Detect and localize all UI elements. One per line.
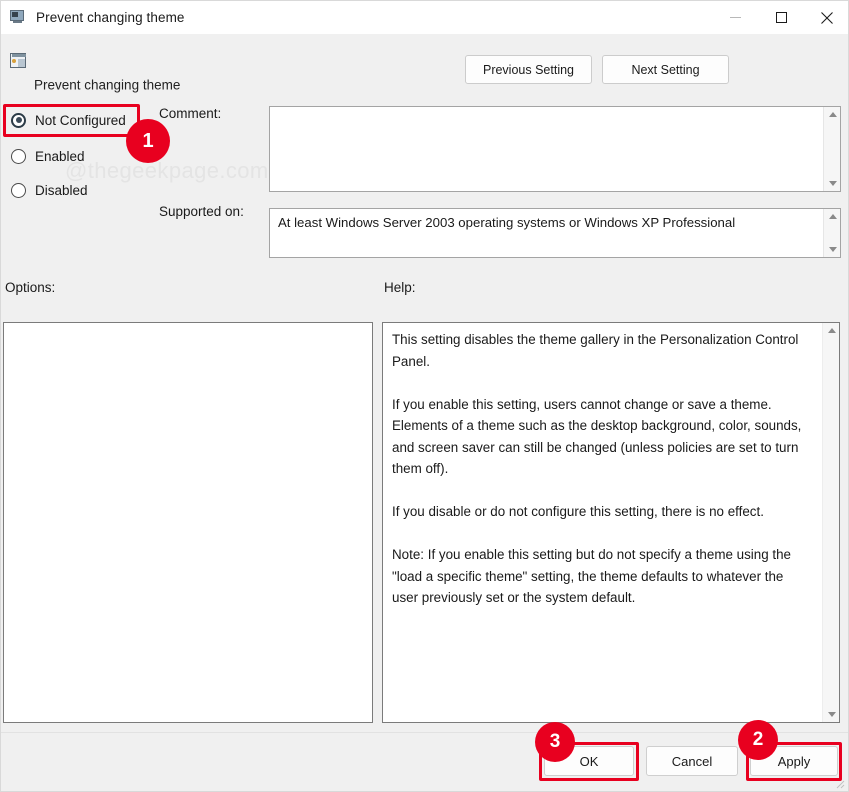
radio-disabled[interactable]: Disabled xyxy=(11,180,88,200)
scroll-up-arrow-icon[interactable] xyxy=(823,323,840,338)
options-label: Options: xyxy=(5,280,55,295)
supported-on-value: At least Windows Server 2003 operating s… xyxy=(278,214,814,231)
radio-not-configured[interactable]: Not Configured xyxy=(11,110,126,130)
radio-enabled-label: Enabled xyxy=(35,149,85,164)
setting-name: Prevent changing theme xyxy=(34,78,180,93)
supported-on-scrollbar[interactable] xyxy=(823,209,840,257)
scroll-up-arrow-icon[interactable] xyxy=(824,107,841,122)
scroll-down-arrow-icon[interactable] xyxy=(824,176,841,191)
scroll-down-arrow-icon[interactable] xyxy=(824,242,841,257)
comment-label: Comment: xyxy=(159,106,221,121)
minimize-icon[interactable] xyxy=(712,1,758,34)
help-panel[interactable]: This setting disables the theme gallery … xyxy=(382,322,840,723)
next-setting-button[interactable]: Next Setting xyxy=(602,55,729,84)
radio-disabled-label: Disabled xyxy=(35,183,88,198)
radio-disabled-mark[interactable] xyxy=(11,183,26,198)
ok-button[interactable]: OK xyxy=(544,746,634,776)
policy-setting-icon xyxy=(10,53,27,69)
help-label: Help: xyxy=(384,280,416,295)
radio-not-configured-mark[interactable] xyxy=(11,113,26,128)
window-controls xyxy=(712,1,849,34)
title-bar: Prevent changing theme xyxy=(1,1,849,34)
comment-input[interactable] xyxy=(269,106,841,192)
cancel-button[interactable]: Cancel xyxy=(646,746,738,776)
options-panel[interactable] xyxy=(3,322,373,723)
previous-setting-button[interactable]: Previous Setting xyxy=(465,55,592,84)
maximize-icon[interactable] xyxy=(758,1,804,34)
resize-grip-icon[interactable] xyxy=(833,777,845,789)
apply-button[interactable]: Apply xyxy=(750,746,838,776)
radio-not-configured-label: Not Configured xyxy=(35,113,126,128)
scroll-up-arrow-icon[interactable] xyxy=(824,209,841,224)
annotation-step-1: 1 xyxy=(126,119,170,163)
radio-enabled-mark[interactable] xyxy=(11,149,26,164)
radio-enabled[interactable]: Enabled xyxy=(11,146,85,166)
group-policy-setting-dialog: Prevent changing theme Prevent changing … xyxy=(0,0,849,792)
help-text: This setting disables the theme gallery … xyxy=(392,329,806,609)
footer-divider xyxy=(1,732,849,733)
comment-scrollbar[interactable] xyxy=(823,107,840,191)
scroll-down-arrow-icon[interactable] xyxy=(823,707,840,722)
help-scrollbar[interactable] xyxy=(822,323,839,722)
close-icon[interactable] xyxy=(804,1,849,34)
supported-on-label: Supported on: xyxy=(159,204,244,219)
window-title: Prevent changing theme xyxy=(36,10,185,25)
supported-on-input[interactable]: At least Windows Server 2003 operating s… xyxy=(269,208,841,258)
watermark: @thegeekpage.com xyxy=(65,158,269,184)
policy-monitor-icon xyxy=(10,10,26,26)
